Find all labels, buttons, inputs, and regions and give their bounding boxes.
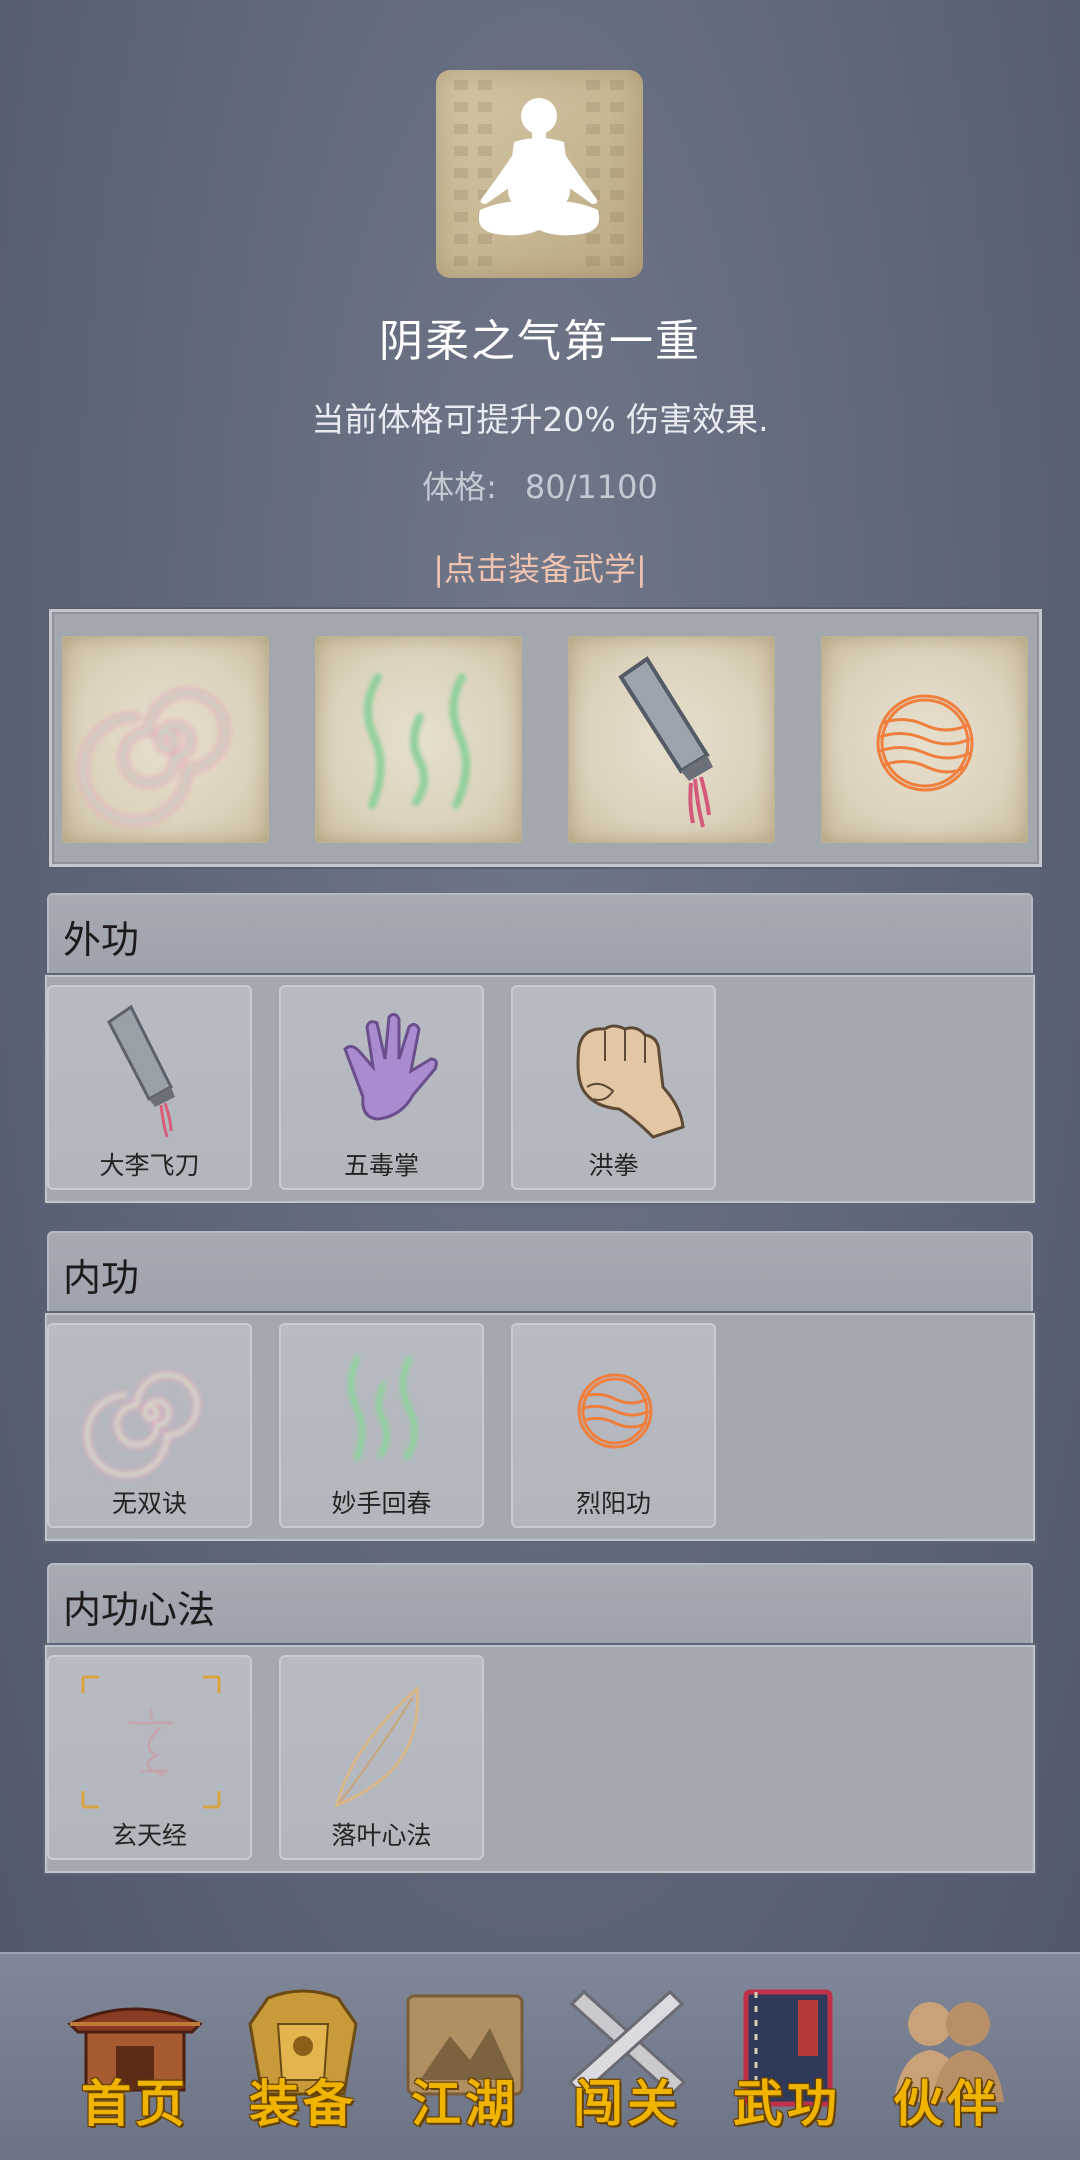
- bottom-nav: 首页 装备 江湖 闯关 武功 伙伴: [0, 1952, 1080, 2160]
- nav-label: 首页: [81, 2074, 189, 2133]
- category-body-mental-method: 玄天经 落叶心法: [45, 1645, 1035, 1873]
- skill-name: 妙手回春: [331, 1489, 432, 1518]
- green-waves-icon: [348, 1356, 418, 1460]
- equipped-slot-1[interactable]: [62, 636, 269, 843]
- fire-orb-icon: [876, 694, 974, 792]
- category-header-internal: 内功: [47, 1231, 1033, 1311]
- xuan-scroll-icon: [81, 1675, 221, 1809]
- cleaver-icon: [618, 656, 713, 828]
- equipped-slot-3[interactable]: [568, 636, 775, 843]
- skill-card-xuantian[interactable]: 玄天经: [47, 1655, 252, 1860]
- nav-item-challenge[interactable]: 闯关: [552, 1984, 702, 2144]
- skill-title: 阴柔之气第一重: [379, 316, 701, 367]
- skill-name: 洪拳: [588, 1151, 639, 1180]
- skill-card-hong-fist[interactable]: 洪拳: [511, 985, 716, 1190]
- nav-label: 武功: [733, 2074, 841, 2133]
- skill-card-miaoshou-huichun[interactable]: 妙手回春: [279, 1323, 484, 1528]
- green-waves-icon: [363, 673, 471, 809]
- category-body-internal: 无双诀 妙手回春 烈阳功: [45, 1313, 1035, 1541]
- spiral-icon: [78, 688, 230, 826]
- category-header-mental-method: 内功心法: [47, 1563, 1033, 1643]
- stat-label: 体格:: [422, 468, 497, 506]
- nav-item-equipment[interactable]: 装备: [228, 1984, 378, 2144]
- skill-name: 落叶心法: [331, 1821, 432, 1850]
- skill-name: 大李飞刀: [99, 1151, 200, 1180]
- equip-hint[interactable]: |点击装备武学|: [0, 544, 1080, 590]
- martial-arts-screen: 阴柔之气第一重 当前体格可提升20% 伤害效果. 体格: 80/1100 |点击装…: [0, 0, 1080, 2160]
- skill-name: 无双诀: [111, 1489, 187, 1518]
- skill-description: 当前体格可提升20% 伤害效果.: [311, 400, 769, 439]
- skill-name: 玄天经: [111, 1821, 187, 1850]
- equipped-slot-2[interactable]: [315, 636, 522, 843]
- leaf-icon: [334, 1685, 419, 1808]
- skill-card-lieyang[interactable]: 烈阳功: [511, 1323, 716, 1528]
- skill-card-luoye[interactable]: 落叶心法: [279, 1655, 484, 1860]
- cleaver-icon: [107, 1004, 175, 1138]
- skill-name: 五毒掌: [343, 1151, 419, 1180]
- meditation-portrait: [436, 70, 643, 278]
- skill-card-five-poison-palm[interactable]: 五毒掌: [279, 985, 484, 1190]
- equipped-slot-4[interactable]: [821, 636, 1028, 843]
- nav-item-companions[interactable]: 伙伴: [872, 1984, 1022, 2144]
- purple-hand-icon: [343, 1012, 438, 1121]
- fist-icon: [576, 1024, 685, 1139]
- skill-card-dali-flying-knife[interactable]: 大李飞刀: [47, 985, 252, 1190]
- skill-name: 烈阳功: [575, 1489, 651, 1518]
- nav-label: 装备: [249, 2074, 357, 2133]
- nav-item-home[interactable]: 首页: [60, 1984, 210, 2144]
- fire-orb-icon: [577, 1373, 653, 1449]
- equipped-skill-bar: [49, 609, 1042, 867]
- nav-item-jianghu[interactable]: 江湖: [390, 1984, 540, 2144]
- category-header-external: 外功: [47, 893, 1033, 973]
- category-body-external: 大李飞刀 五毒掌 洪拳: [45, 975, 1035, 1203]
- nav-label: 江湖: [411, 2074, 519, 2133]
- skill-card-wushuang[interactable]: 无双诀: [47, 1323, 252, 1528]
- category-title: 外功: [63, 918, 140, 962]
- category-title: 内功心法: [63, 1588, 216, 1632]
- constitution-stat: 体格: 80/1100: [0, 462, 1080, 508]
- meditation-figure-icon: [478, 98, 600, 236]
- nav-label: 伙伴: [893, 2074, 1001, 2133]
- stat-value: 80/1100: [524, 468, 658, 506]
- category-title: 内功: [63, 1256, 140, 1300]
- nav-label: 闯关: [573, 2074, 681, 2133]
- spiral-icon: [83, 1371, 201, 1479]
- nav-item-martial-arts[interactable]: 武功: [712, 1984, 862, 2144]
